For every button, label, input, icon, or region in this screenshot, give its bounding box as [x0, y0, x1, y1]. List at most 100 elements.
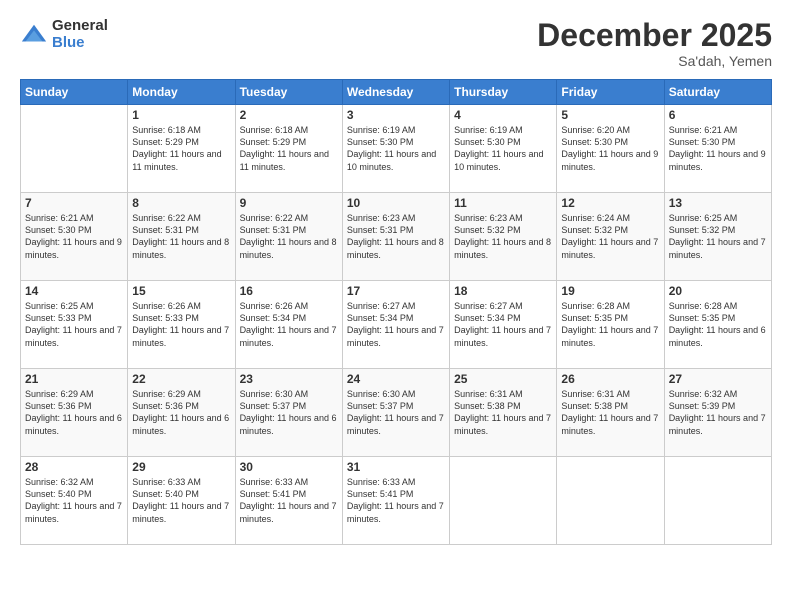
logo-icon: [20, 21, 48, 49]
calendar-cell: 3 Sunrise: 6:19 AM Sunset: 5:30 PM Daylig…: [342, 105, 449, 193]
calendar-cell: 1 Sunrise: 6:18 AM Sunset: 5:29 PM Daylig…: [128, 105, 235, 193]
day-number: 2: [240, 108, 338, 122]
day-number: 28: [25, 460, 123, 474]
day-info: Sunrise: 6:28 AM Sunset: 5:35 PM Dayligh…: [561, 300, 659, 349]
day-info: Sunrise: 6:30 AM Sunset: 5:37 PM Dayligh…: [240, 388, 338, 437]
calendar-cell: 28 Sunrise: 6:32 AM Sunset: 5:40 PM Dayli…: [21, 457, 128, 545]
weekday-header-tuesday: Tuesday: [235, 80, 342, 105]
calendar-cell: 26 Sunrise: 6:31 AM Sunset: 5:38 PM Dayli…: [557, 369, 664, 457]
day-number: 1: [132, 108, 230, 122]
calendar-cell: 20 Sunrise: 6:28 AM Sunset: 5:35 PM Dayli…: [664, 281, 771, 369]
day-number: 7: [25, 196, 123, 210]
calendar-cell: 5 Sunrise: 6:20 AM Sunset: 5:30 PM Daylig…: [557, 105, 664, 193]
calendar-cell: 9 Sunrise: 6:22 AM Sunset: 5:31 PM Daylig…: [235, 193, 342, 281]
day-info: Sunrise: 6:28 AM Sunset: 5:35 PM Dayligh…: [669, 300, 767, 349]
logo-blue-text: Blue: [52, 35, 108, 52]
day-info: Sunrise: 6:21 AM Sunset: 5:30 PM Dayligh…: [25, 212, 123, 261]
day-number: 24: [347, 372, 445, 386]
calendar-cell: 22 Sunrise: 6:29 AM Sunset: 5:36 PM Dayli…: [128, 369, 235, 457]
calendar-cell: 13 Sunrise: 6:25 AM Sunset: 5:32 PM Dayli…: [664, 193, 771, 281]
day-info: Sunrise: 6:18 AM Sunset: 5:29 PM Dayligh…: [240, 124, 338, 173]
day-number: 22: [132, 372, 230, 386]
day-info: Sunrise: 6:33 AM Sunset: 5:41 PM Dayligh…: [347, 476, 445, 525]
weekday-header-saturday: Saturday: [664, 80, 771, 105]
day-info: Sunrise: 6:32 AM Sunset: 5:40 PM Dayligh…: [25, 476, 123, 525]
day-info: Sunrise: 6:20 AM Sunset: 5:30 PM Dayligh…: [561, 124, 659, 173]
calendar-cell: 4Sunrise: 6:19 AM Sunset: 5:30 PM Daylig…: [450, 105, 557, 193]
day-info: Sunrise: 6:18 AM Sunset: 5:29 PM Dayligh…: [132, 124, 230, 173]
calendar-cell: 25 Sunrise: 6:31 AM Sunset: 5:38 PM Dayli…: [450, 369, 557, 457]
day-number: 8: [132, 196, 230, 210]
day-info: Sunrise: 6:19 AM Sunset: 5:30 PM Dayligh…: [347, 124, 445, 173]
month-title: December 2025: [537, 18, 772, 53]
day-number: 25: [454, 372, 552, 386]
day-info: Sunrise: 6:33 AM Sunset: 5:40 PM Dayligh…: [132, 476, 230, 525]
day-number: 31: [347, 460, 445, 474]
day-info: Sunrise: 6:23 AM Sunset: 5:32 PM Dayligh…: [454, 212, 552, 261]
day-number: 27: [669, 372, 767, 386]
calendar-cell: 30 Sunrise: 6:33 AM Sunset: 5:41 PM Dayli…: [235, 457, 342, 545]
weekday-header-wednesday: Wednesday: [342, 80, 449, 105]
day-number: 21: [25, 372, 123, 386]
calendar-cell: 29Sunrise: 6:33 AM Sunset: 5:40 PM Dayli…: [128, 457, 235, 545]
calendar-cell: [450, 457, 557, 545]
logo: General Blue: [20, 18, 108, 51]
day-number: 14: [25, 284, 123, 298]
day-info: Sunrise: 6:22 AM Sunset: 5:31 PM Dayligh…: [132, 212, 230, 261]
day-info: Sunrise: 6:21 AM Sunset: 5:30 PM Dayligh…: [669, 124, 767, 173]
day-info: Sunrise: 6:30 AM Sunset: 5:37 PM Dayligh…: [347, 388, 445, 437]
day-number: 11: [454, 196, 552, 210]
calendar-week-row: 7 Sunrise: 6:21 AM Sunset: 5:30 PM Daylig…: [21, 193, 772, 281]
calendar-cell: 21Sunrise: 6:29 AM Sunset: 5:36 PM Dayli…: [21, 369, 128, 457]
day-number: 19: [561, 284, 659, 298]
calendar-cell: 31 Sunrise: 6:33 AM Sunset: 5:41 PM Dayli…: [342, 457, 449, 545]
day-info: Sunrise: 6:24 AM Sunset: 5:32 PM Dayligh…: [561, 212, 659, 261]
day-number: 5: [561, 108, 659, 122]
day-number: 26: [561, 372, 659, 386]
day-info: Sunrise: 6:26 AM Sunset: 5:34 PM Dayligh…: [240, 300, 338, 349]
day-number: 3: [347, 108, 445, 122]
day-number: 20: [669, 284, 767, 298]
logo-general-text: General: [52, 18, 108, 35]
day-number: 17: [347, 284, 445, 298]
calendar-cell: 17 Sunrise: 6:27 AM Sunset: 5:34 PM Dayli…: [342, 281, 449, 369]
day-info: Sunrise: 6:19 AM Sunset: 5:30 PM Dayligh…: [454, 124, 552, 173]
calendar-cell: 11 Sunrise: 6:23 AM Sunset: 5:32 PM Dayli…: [450, 193, 557, 281]
day-number: 16: [240, 284, 338, 298]
day-number: 30: [240, 460, 338, 474]
calendar-cell: 14 Sunrise: 6:25 AM Sunset: 5:33 PM Dayli…: [21, 281, 128, 369]
calendar-cell: 8 Sunrise: 6:22 AM Sunset: 5:31 PM Daylig…: [128, 193, 235, 281]
logo-text: General Blue: [52, 18, 108, 51]
calendar-cell: 24 Sunrise: 6:30 AM Sunset: 5:37 PM Dayli…: [342, 369, 449, 457]
day-number: 23: [240, 372, 338, 386]
weekday-header-row: SundayMondayTuesdayWednesdayThursdayFrid…: [21, 80, 772, 105]
calendar-cell: 6 Sunrise: 6:21 AM Sunset: 5:30 PM Daylig…: [664, 105, 771, 193]
day-info: Sunrise: 6:31 AM Sunset: 5:38 PM Dayligh…: [454, 388, 552, 437]
header: General Blue December 2025 Sa'dah, Yemen: [20, 18, 772, 69]
day-info: Sunrise: 6:33 AM Sunset: 5:41 PM Dayligh…: [240, 476, 338, 525]
calendar-page: General Blue December 2025 Sa'dah, Yemen…: [0, 0, 792, 612]
calendar-week-row: 1 Sunrise: 6:18 AM Sunset: 5:29 PM Daylig…: [21, 105, 772, 193]
calendar-cell: 16 Sunrise: 6:26 AM Sunset: 5:34 PM Dayli…: [235, 281, 342, 369]
weekday-header-monday: Monday: [128, 80, 235, 105]
day-info: Sunrise: 6:25 AM Sunset: 5:33 PM Dayligh…: [25, 300, 123, 349]
weekday-header-thursday: Thursday: [450, 80, 557, 105]
calendar-cell: 19 Sunrise: 6:28 AM Sunset: 5:35 PM Dayli…: [557, 281, 664, 369]
day-info: Sunrise: 6:31 AM Sunset: 5:38 PM Dayligh…: [561, 388, 659, 437]
day-info: Sunrise: 6:27 AM Sunset: 5:34 PM Dayligh…: [347, 300, 445, 349]
day-number: 9: [240, 196, 338, 210]
day-info: Sunrise: 6:25 AM Sunset: 5:32 PM Dayligh…: [669, 212, 767, 261]
day-number: 15: [132, 284, 230, 298]
calendar-week-row: 21 Sunrise: 6:29 AM Sunset: 5:36 PM Dayli…: [21, 369, 772, 457]
title-block: December 2025 Sa'dah, Yemen: [537, 18, 772, 69]
day-info: Sunrise: 6:29 AM Sunset: 5:36 PM Dayligh…: [132, 388, 230, 437]
calendar-cell: [557, 457, 664, 545]
day-number: 13: [669, 196, 767, 210]
calendar-cell: 27Sunrise: 6:32 AM Sunset: 5:39 PM Dayli…: [664, 369, 771, 457]
calendar-week-row: 14 Sunrise: 6:25 AM Sunset: 5:33 PM Dayli…: [21, 281, 772, 369]
calendar-cell: 12Sunrise: 6:24 AM Sunset: 5:32 PM Dayli…: [557, 193, 664, 281]
day-info: Sunrise: 6:23 AM Sunset: 5:31 PM Dayligh…: [347, 212, 445, 261]
day-info: Sunrise: 6:22 AM Sunset: 5:31 PM Dayligh…: [240, 212, 338, 261]
day-number: 6: [669, 108, 767, 122]
calendar-cell: 23 Sunrise: 6:30 AM Sunset: 5:37 PM Dayli…: [235, 369, 342, 457]
